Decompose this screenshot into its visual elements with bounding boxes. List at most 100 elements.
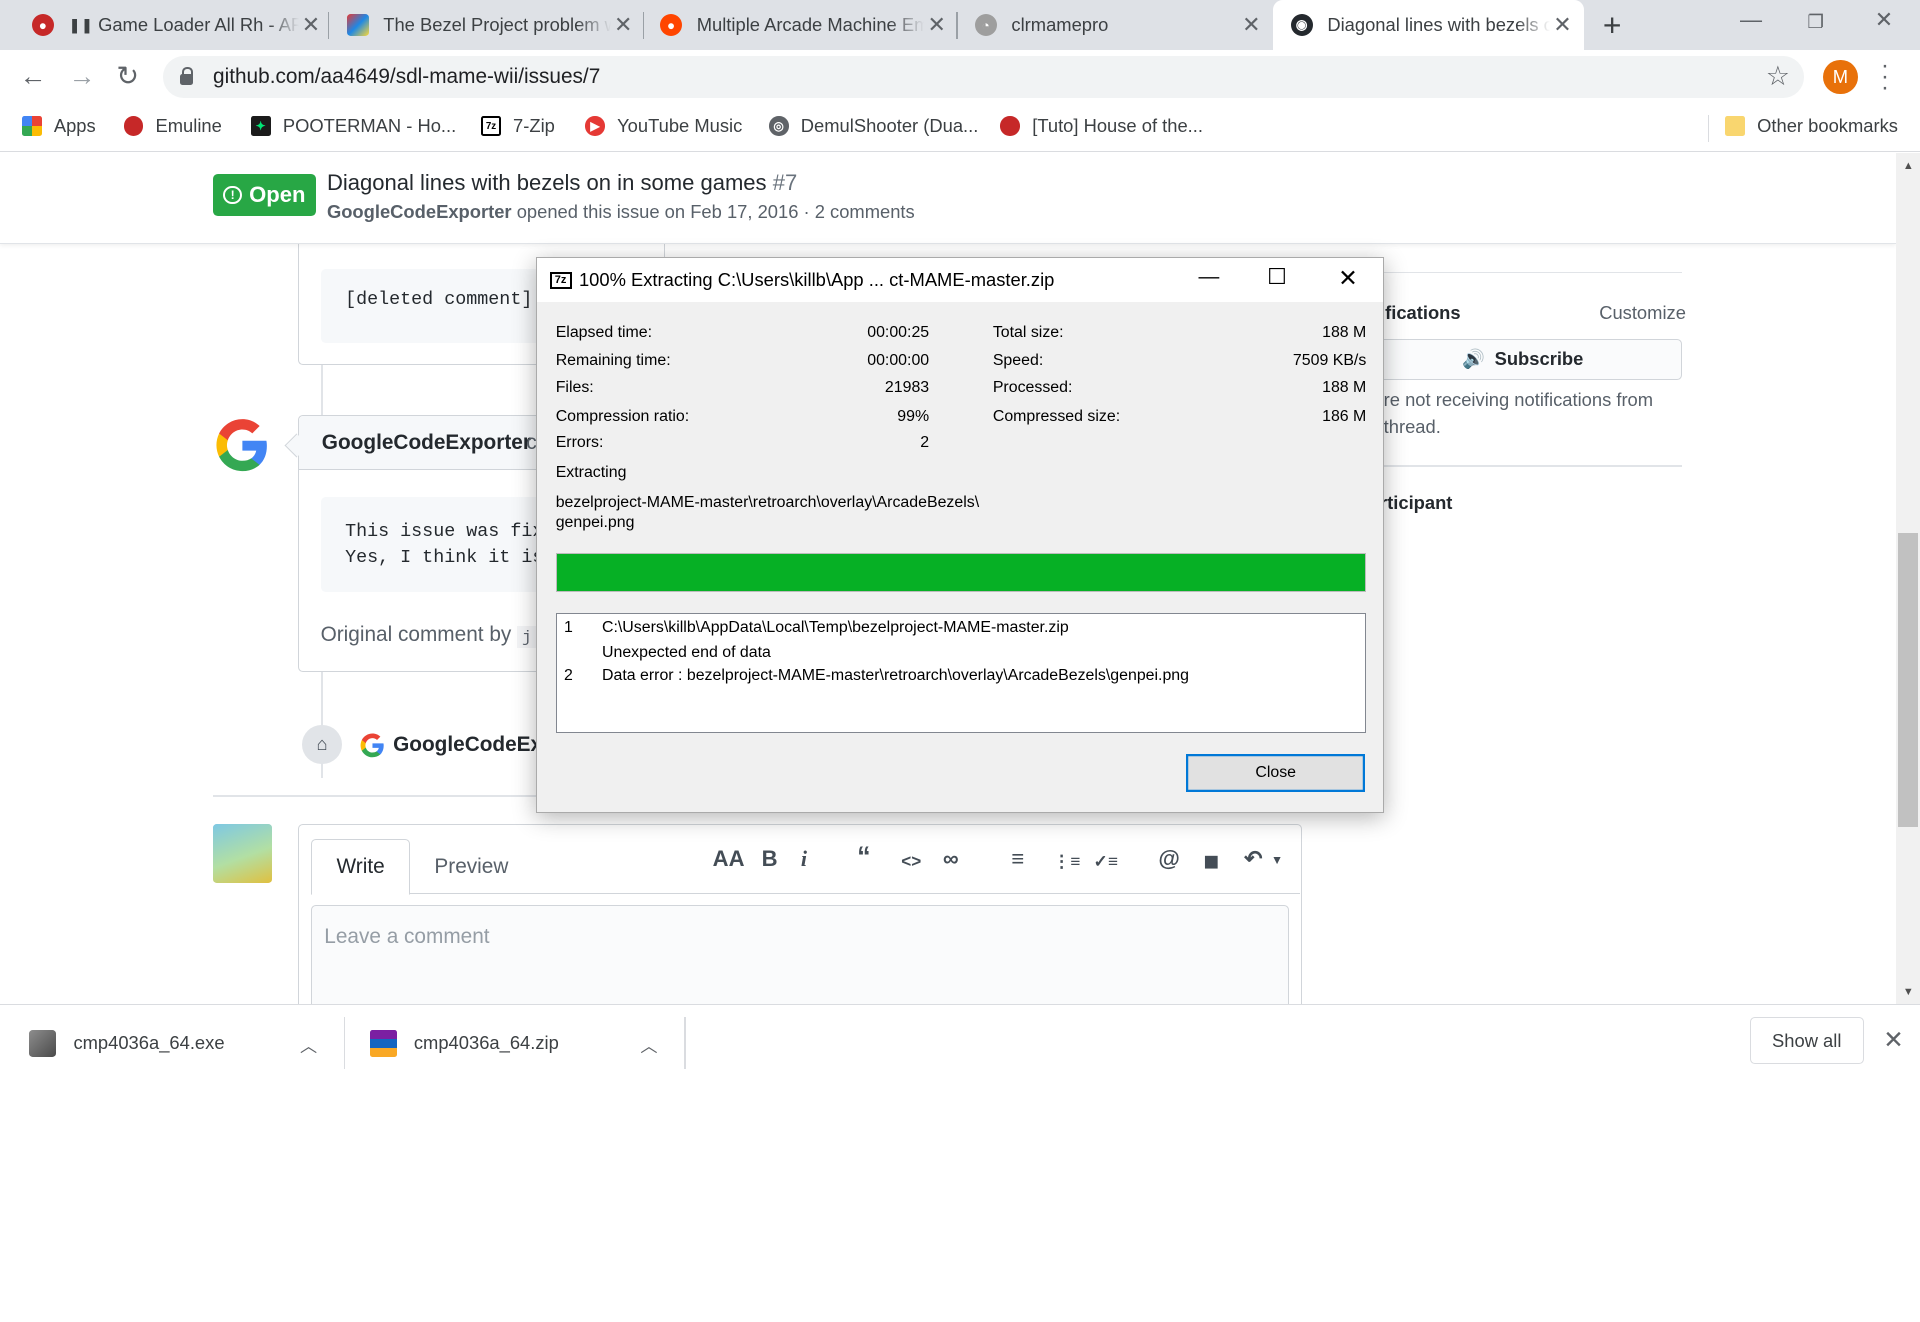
download-item-exe[interactable]: cmp4036a_64.exe (29, 1005, 225, 1081)
original-comment-label: Original comment by (320, 623, 512, 647)
dialog-minimize-icon[interactable]: — (1199, 265, 1220, 289)
download-divider (684, 1017, 686, 1069)
reply-icon[interactable]: ↶ (1244, 846, 1262, 872)
profile-avatar[interactable]: M (1823, 59, 1858, 95)
lock-icon (179, 66, 194, 86)
show-all-button[interactable]: Show all (1749, 1017, 1864, 1064)
reload-icon[interactable]: ↻ (116, 61, 139, 92)
bookmark-other[interactable]: Other bookmarks (1725, 115, 1898, 137)
download-item-zip[interactable]: cmp4036a_64.zip (369, 1005, 559, 1081)
bookmarks-bar: Apps Emuline ✦ POOTERMAN - Ho... 7z 7-Zi… (0, 105, 1920, 152)
bookmark-label: DemulShooter (Dua... (800, 115, 979, 137)
bulleted-list-icon[interactable]: ≡ (1011, 846, 1024, 872)
scrollbar-thumb[interactable] (1897, 532, 1918, 827)
tab-divider (956, 12, 958, 40)
minimize-icon[interactable]: — (1740, 7, 1762, 33)
issue-author-link[interactable]: GoogleCodeExporter (327, 201, 512, 222)
comment-textarea[interactable]: Leave a comment (311, 904, 1290, 1005)
quote-icon[interactable]: “ (857, 841, 870, 872)
comment-author[interactable]: GoogleCodeExporter (322, 431, 531, 455)
joystick-icon (1000, 116, 1020, 136)
text-size-icon[interactable]: AA (713, 846, 745, 872)
saved-reply-icon[interactable]: ◼ (1204, 850, 1219, 872)
bookmark-pooterman[interactable]: ✦ POOTERMAN - Ho... (251, 115, 456, 137)
numbered-list-icon[interactable]: ⋮≡ (1053, 851, 1080, 872)
issue-meta: GoogleCodeExporter opened this issue on … (327, 201, 915, 223)
chevron-up-icon[interactable]: ︿ (640, 1032, 657, 1057)
errors-label: Errors: (555, 434, 604, 452)
tab-title: The Bezel Project problem w (383, 14, 612, 36)
folder-icon (1725, 116, 1745, 136)
back-icon[interactable]: ← (20, 61, 47, 92)
italic-icon[interactable]: i (801, 846, 807, 872)
bookmark-star-icon[interactable]: ☆ (1766, 61, 1790, 92)
browser-menu-icon[interactable]: · · · (1881, 53, 1889, 100)
close-tab-icon[interactable]: ✕ (1550, 12, 1574, 38)
code-icon[interactable]: <> (901, 851, 921, 872)
close-button[interactable]: Close (1186, 754, 1366, 793)
progress-fill (556, 554, 1366, 592)
new-tab-button[interactable]: + (1603, 7, 1622, 44)
close-tab-icon[interactable]: ✕ (299, 12, 323, 38)
close-tab-icon[interactable]: ✕ (1239, 12, 1263, 38)
apps-grid-icon (22, 116, 42, 136)
sidebar-divider (1362, 271, 1683, 274)
bookmark-house-of-the-dead[interactable]: [Tuto] House of the... (1000, 115, 1203, 137)
subscribe-button[interactable]: 🔊 Subscribe (1362, 339, 1683, 380)
address-bar[interactable]: github.com/aa4649/sdl-mame-wii/issues/7 (162, 56, 1804, 98)
tab-reddit[interactable]: ● Multiple Arcade Machine Em ✕ (660, 0, 949, 50)
tab-title: Multiple Arcade Machine Em (696, 14, 925, 36)
youtube-music-icon: ▶ (585, 116, 605, 136)
reply-dropdown-icon[interactable]: ▼ (1271, 853, 1283, 867)
tab-clrmamepro[interactable]: ◔ clrmamepro ✕ (974, 0, 1264, 50)
original-comment-line: Original comment by j (320, 623, 537, 649)
error-list[interactable]: 1 C:\Users\killb\AppData\Local\Temp\beze… (555, 613, 1367, 734)
bold-icon[interactable]: B (762, 846, 778, 872)
bookmark-apps[interactable]: Apps (22, 115, 96, 137)
close-shelf-icon[interactable]: ✕ (1883, 1025, 1904, 1055)
page-scrollbar[interactable]: ▲ ▼ (1895, 153, 1920, 1005)
tab-strip: ● ❚❚ Game Loader All Rh - AR ✕ The Bezel… (0, 0, 1920, 51)
issue-sticky-header: ! Open Diagonal lines with bezels on in … (0, 153, 1896, 244)
bookmark-youtube-music[interactable]: ▶ YouTube Music (585, 115, 742, 137)
label-event-author[interactable]: GoogleCodeExp (393, 733, 555, 757)
tab-title: Game Loader All Rh - AR (98, 14, 299, 36)
extraction-progress-bar (555, 553, 1367, 593)
bookmark-demulshooter[interactable]: ◎ DemulShooter (Dua... (768, 115, 979, 137)
restore-icon[interactable]: ❐ (1807, 11, 1823, 33)
bookmark-emuline[interactable]: Emuline (123, 115, 222, 137)
error-text: Unexpected end of data (601, 643, 771, 661)
chevron-up-icon[interactable]: ︿ (300, 1032, 317, 1057)
task-list-icon[interactable]: ✓≡ (1093, 851, 1117, 872)
compression-ratio-label: Compression ratio: (555, 407, 690, 425)
files-label: Files: (555, 379, 594, 397)
cube-icon (346, 14, 369, 37)
mention-icon[interactable]: @ (1158, 846, 1179, 872)
tab-write[interactable]: Write (311, 838, 411, 896)
exe-file-icon (29, 1029, 57, 1057)
bookmark-7zip[interactable]: 7z 7-Zip (481, 115, 555, 137)
close-tab-icon[interactable]: ✕ (611, 12, 635, 38)
scroll-down-icon[interactable]: ▼ (1903, 986, 1914, 998)
close-window-icon[interactable]: ✕ (1875, 7, 1893, 33)
tab-preview[interactable]: Preview (422, 839, 520, 895)
scroll-up-icon[interactable]: ▲ (1903, 160, 1914, 172)
processed-label: Processed: (992, 379, 1073, 397)
speed-value: 7509 KB/s (1292, 352, 1367, 370)
7zip-icon: 7z (481, 116, 501, 136)
tab-bezel-project[interactable]: The Bezel Project problem w ✕ (346, 0, 636, 50)
error-number: 1 (564, 619, 573, 637)
dialog-maximize-icon[interactable]: ☐ (1267, 264, 1287, 290)
pooterman-icon: ✦ (251, 116, 271, 136)
user-avatar (213, 824, 272, 883)
tab-game-loader[interactable]: ● ❚❚ Game Loader All Rh - AR ✕ (31, 0, 323, 50)
issue-state-label: Open (249, 181, 306, 207)
dialog-close-icon[interactable]: ✕ (1338, 265, 1357, 292)
tab-github-issue[interactable]: ◉ Diagonal lines with bezels o ✕ (1273, 0, 1585, 51)
bookmark-divider (1708, 115, 1710, 143)
link-icon[interactable]: ∞ (943, 846, 959, 872)
subscribe-label: Subscribe (1494, 348, 1584, 370)
forward-icon[interactable]: → (69, 61, 96, 92)
close-tab-icon[interactable]: ✕ (924, 12, 948, 38)
customize-link[interactable]: Customize (1599, 302, 1686, 324)
